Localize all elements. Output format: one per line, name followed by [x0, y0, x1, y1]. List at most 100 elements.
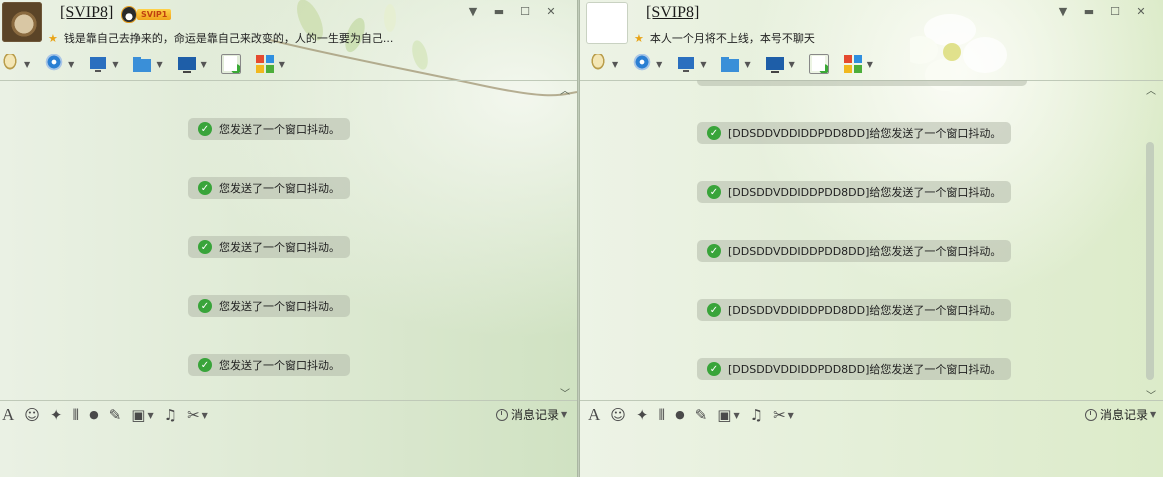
- scroll-up-icon[interactable]: ︿: [1146, 82, 1156, 97]
- vip-level-label: SVIP1: [137, 8, 172, 20]
- voice-message-icon: ●: [675, 408, 685, 421]
- star-icon: ★: [48, 31, 58, 45]
- window-controls: ▼ ▬ ☐ ✕: [1056, 5, 1148, 18]
- voice-message-button[interactable]: ●: [89, 407, 99, 423]
- image-button[interactable]: ▣ ▼: [131, 407, 153, 423]
- contact-avatar[interactable]: [586, 2, 628, 44]
- chevron-down-icon: ▼: [147, 410, 154, 420]
- notice-text: 您发送了一个窗口抖动。: [219, 300, 340, 313]
- microphone-icon: [0, 54, 20, 74]
- screen-share-button[interactable]: ▼: [88, 54, 118, 74]
- notice-text: [DDSDDVDDIDDPDD8DD]给您发送了一个窗口抖动。: [728, 245, 1002, 258]
- chevron-down-icon: ▼: [656, 59, 663, 69]
- cut-button[interactable]: ✂ ▼: [773, 407, 794, 423]
- left-chat-window: [SVIP8] SVIP1 ★ 钱是靠自己去挣来的，命运是靠自己来改变的，人的一…: [0, 0, 577, 477]
- vip-badge[interactable]: SVIP1: [122, 6, 172, 22]
- notice-text: [DDSDDVDDIDDPDD8DD]给您发送了一个窗口抖动。: [728, 127, 1002, 140]
- screenshot-button[interactable]: ⦀: [659, 407, 666, 423]
- notice-text: 您发送了一个窗口抖动。: [219, 182, 340, 195]
- voice-call-button[interactable]: ▼: [0, 54, 30, 74]
- chevron-down-icon: ▼: [561, 410, 568, 419]
- voice-message-button[interactable]: ●: [675, 407, 685, 423]
- emoji-button[interactable]: ☺: [610, 407, 626, 423]
- clock-icon: [1085, 408, 1097, 421]
- video-call-icon: [632, 54, 653, 74]
- minimize-button[interactable]: ▬: [1082, 5, 1096, 18]
- add-member-icon: [808, 54, 829, 74]
- notice-text: 您发送了一个窗口抖动。: [219, 123, 340, 136]
- music-button[interactable]: ♫: [164, 407, 177, 423]
- check-icon: ✓: [707, 303, 721, 317]
- screen-share-button[interactable]: ▼: [676, 54, 706, 74]
- check-icon: ✓: [707, 362, 721, 376]
- contact-nickname[interactable]: [SVIP8]: [60, 4, 113, 22]
- add-member-button[interactable]: [808, 54, 829, 74]
- maximize-button[interactable]: ☐: [518, 5, 532, 18]
- clock-icon: [496, 408, 508, 421]
- file-transfer-button[interactable]: ▼: [720, 54, 751, 74]
- close-button[interactable]: ✕: [1134, 5, 1148, 18]
- penguin-icon: [122, 6, 136, 22]
- image-icon: ▣: [131, 406, 146, 424]
- signature-text: 钱是靠自己去挣来的，命运是靠自己来改变的，人的一生要为自己...: [63, 32, 394, 45]
- remote-desktop-button[interactable]: ▼: [764, 54, 795, 74]
- shake-icon: ✦: [635, 406, 649, 424]
- add-member-icon: [220, 54, 241, 74]
- notice-text: [DDSDDVDDIDDPDD8DD]给您发送了一个窗口抖动。: [728, 304, 1002, 317]
- shake-button[interactable]: ✦: [50, 407, 63, 423]
- shake-notice: ✓ [DDSDDVDDIDDPDD8DD]给您发送了一个窗口抖动。: [697, 240, 1012, 262]
- video-call-button[interactable]: ▼: [632, 54, 662, 74]
- contact-avatar[interactable]: [2, 2, 42, 42]
- font-button[interactable]: A: [588, 406, 600, 423]
- file-transfer-icon: [720, 54, 741, 74]
- chevron-down-icon: ▼: [866, 59, 873, 69]
- scissors-icon: ✂: [187, 406, 200, 424]
- minimize-button[interactable]: ▬: [492, 5, 506, 18]
- shake-notice: ✓ 您发送了一个窗口抖动。: [188, 177, 350, 199]
- signature-text: 本人一个月将不上线，本号不聊天: [649, 32, 815, 45]
- toolbar-divider: [0, 80, 577, 81]
- window-controls: ▼ ▬ ☐ ✕: [466, 5, 558, 18]
- chevron-down-icon: ▼: [612, 59, 619, 69]
- scroll-up-icon[interactable]: ︿: [560, 82, 570, 97]
- scroll-down-icon[interactable]: ﹀: [560, 385, 570, 400]
- emoji-button[interactable]: ☺: [24, 407, 40, 423]
- remote-desktop-button[interactable]: ▼: [176, 54, 207, 74]
- scrollbar-thumb[interactable]: [1146, 142, 1154, 380]
- chevron-down-icon: ▼: [733, 410, 740, 420]
- message-history-button[interactable]: 消息记录 ▼: [496, 406, 567, 423]
- apps-button[interactable]: ▼: [254, 54, 285, 74]
- chat-toolbar: ▼ ▼ ▼ ▼ ▼ ▼: [588, 52, 887, 76]
- shake-button[interactable]: ✦: [636, 407, 649, 423]
- chevron-down-icon: ▼: [200, 59, 207, 69]
- input-divider: [0, 400, 577, 401]
- font-button[interactable]: A: [2, 406, 14, 423]
- music-button[interactable]: ♫: [750, 407, 763, 423]
- check-icon: ✓: [198, 240, 212, 254]
- edit-icon: ✎: [694, 406, 708, 424]
- edit-button[interactable]: ✎: [695, 407, 708, 423]
- music-icon: ♫: [163, 406, 178, 424]
- shake-notice: ✓ [DDSDDVDDIDDPDD8DD]给您发送了一个窗口抖动。: [697, 181, 1012, 203]
- notice-text: [DDSDDVDDIDDPDD8DD]给您发送了一个窗口抖动。: [728, 363, 1002, 376]
- add-member-button[interactable]: [220, 54, 241, 74]
- apps-button[interactable]: ▼: [842, 54, 873, 74]
- shake-notice: ✓ 您发送了一个窗口抖动。: [188, 118, 350, 140]
- file-transfer-button[interactable]: ▼: [132, 54, 163, 74]
- screenshot-button[interactable]: ⦀: [73, 407, 80, 423]
- close-button[interactable]: ✕: [544, 5, 558, 18]
- minimize-dropdown-icon[interactable]: ▼: [1056, 5, 1070, 18]
- chevron-down-icon: ▼: [112, 59, 119, 69]
- maximize-button[interactable]: ☐: [1108, 5, 1122, 18]
- screen-share-icon: [88, 54, 109, 74]
- video-call-button[interactable]: ▼: [44, 54, 74, 74]
- edit-button[interactable]: ✎: [109, 407, 122, 423]
- contact-nickname[interactable]: [SVIP8]: [646, 4, 699, 22]
- emoji-icon: ☺: [24, 406, 40, 424]
- image-button[interactable]: ▣ ▼: [717, 407, 739, 423]
- cut-button[interactable]: ✂ ▼: [187, 407, 208, 423]
- voice-call-button[interactable]: ▼: [588, 54, 618, 74]
- previous-notice-fragment: [697, 80, 1027, 86]
- minimize-dropdown-icon[interactable]: ▼: [466, 5, 480, 18]
- message-history-button[interactable]: 消息记录 ▼: [1085, 406, 1156, 423]
